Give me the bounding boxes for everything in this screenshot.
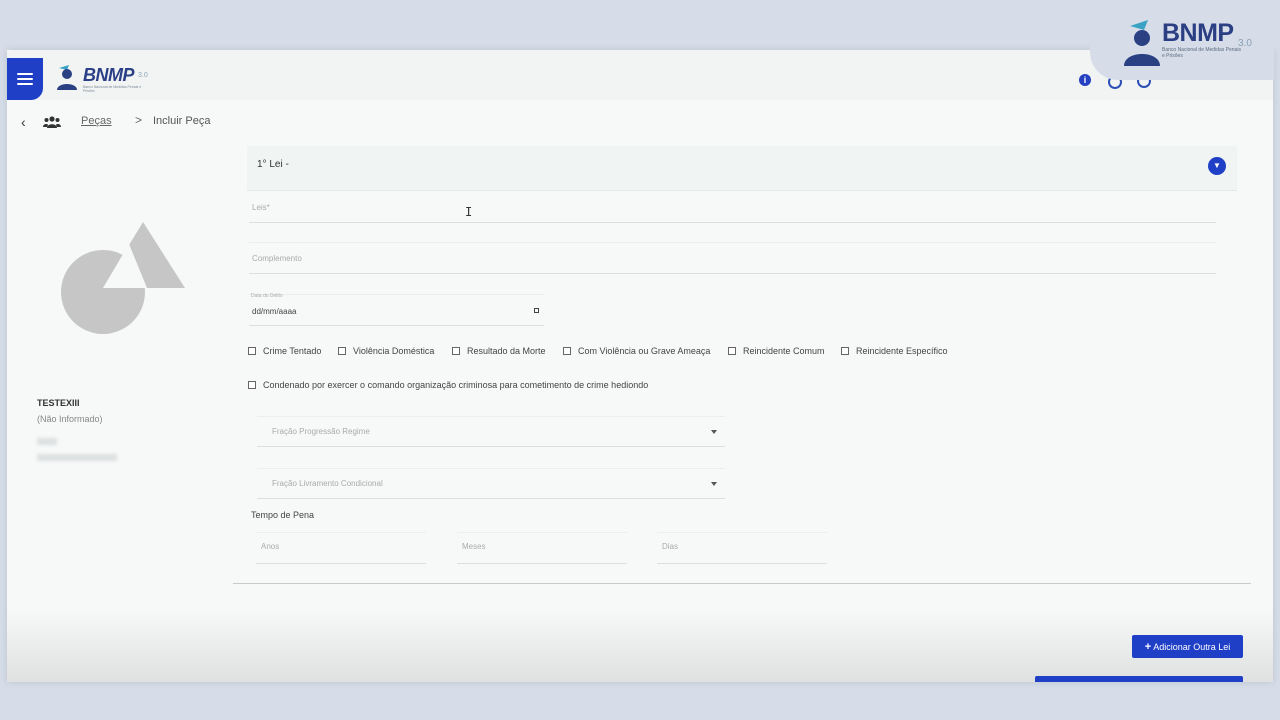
meses-placeholder: Meses <box>462 542 486 551</box>
breadcrumb-separator: > <box>135 113 143 127</box>
calendar-icon[interactable] <box>534 308 539 313</box>
user-logo-icon <box>1124 20 1160 66</box>
plus-icon: + <box>1144 640 1152 653</box>
checkbox-label: Crime Tentado <box>263 346 322 356</box>
checkbox-box[interactable] <box>563 347 571 355</box>
checkbox-label: Reincidente Comum <box>743 346 825 356</box>
data-delito-field[interactable]: Data do Delito dd/mm/aaaa <box>249 293 544 326</box>
blurred-info <box>37 454 117 461</box>
dias-placeholder: Dias <box>662 542 679 551</box>
checkbox-label: Violência Doméstica <box>353 346 435 356</box>
add-lei-button[interactable]: + Adicionar Outra Lei <box>1132 635 1243 658</box>
dias-input[interactable]: Dias <box>657 532 827 564</box>
leis-field[interactable]: Leis* <box>249 192 1216 223</box>
hamburger-icon <box>17 73 33 85</box>
checkbox-condenado[interactable]: Condenado por exercer o comando organiza… <box>248 379 648 391</box>
brand-subtitle: Banco Nacional de Medidas Penais e Prisõ… <box>83 85 142 93</box>
checkbox-violencia-domestica[interactable]: Violência Doméstica <box>338 345 434 357</box>
info-icon[interactable]: i <box>1079 74 1091 86</box>
text-cursor-icon: I <box>465 205 473 219</box>
brand-name-large: BNMP <box>1162 19 1234 47</box>
bnmp-logo-large: BNMP 3.0 Banco Nacional de Medidas Penai… <box>1090 6 1274 80</box>
people-icon <box>43 116 61 128</box>
person-subtitle: (Não Informado) <box>37 414 103 424</box>
checkbox-label: Resultado da Morte <box>467 346 546 356</box>
checkbox-label: Com Violência ou Grave Ameaça <box>578 346 711 356</box>
tempo-pena-label: Tempo de Pena <box>251 510 315 520</box>
save-button[interactable] <box>1035 676 1243 682</box>
lei-section-header[interactable]: 1° Lei - ▼ <box>247 146 1237 191</box>
checkbox-box[interactable] <box>338 347 346 355</box>
checkbox-label: Reincidente Específico <box>856 346 948 356</box>
anos-placeholder: Anos <box>261 542 280 551</box>
breadcrumb-link-pecas[interactable]: Peças <box>81 115 112 127</box>
fracao-livramento-select[interactable]: Fração Livramento Condicional <box>257 468 725 499</box>
fracao-livramento-placeholder: Fração Livramento Condicional <box>272 479 383 488</box>
brand-name: BNMP <box>83 65 135 85</box>
checkbox-box[interactable] <box>452 347 460 355</box>
checkbox-resultado-morte[interactable]: Resultado da Morte <box>452 345 546 357</box>
checkbox-reincidente-especifico[interactable]: Reincidente Específico <box>841 345 948 357</box>
complemento-field[interactable]: Complemento <box>249 242 1216 274</box>
footer-area <box>7 610 1273 682</box>
anos-input[interactable]: Anos <box>256 532 426 564</box>
checkbox-crime-tentado[interactable]: Crime Tentado <box>248 345 321 357</box>
breadcrumb-current: Incluir Peça <box>153 115 211 127</box>
data-delito-value: dd/mm/aaaa <box>252 307 297 316</box>
data-delito-label: Data do Delito <box>251 293 283 299</box>
complemento-label: Complemento <box>252 254 302 263</box>
meses-input[interactable]: Meses <box>457 532 627 564</box>
chevron-down-icon[interactable]: ▼ <box>1208 157 1226 175</box>
app-header: BNMP 3.0 Banco Nacional de Medidas Penai… <box>7 50 1273 100</box>
checkbox-reincidente-comum[interactable]: Reincidente Comum <box>728 345 825 357</box>
checkbox-box[interactable] <box>728 347 736 355</box>
add-lei-label: Adicionar Outra Lei <box>1153 641 1231 652</box>
checkbox-grave-ameaca[interactable]: Com Violência ou Grave Ameaça <box>563 345 710 357</box>
lei-section-title: 1° Lei - <box>257 159 289 170</box>
back-chevron-icon[interactable]: ‹ <box>21 114 26 130</box>
fracao-progressao-placeholder: Fração Progressão Regime <box>272 427 370 436</box>
brand-subtitle-large: Banco Nacional de Medidas Penais e Prisõ… <box>1162 47 1241 59</box>
checkbox-label: Condenado por exercer o comando organiza… <box>263 380 649 390</box>
user-logo-icon <box>57 65 77 90</box>
brand-version: 3.0 <box>138 72 148 79</box>
person-name: TESTEXIII <box>37 398 80 408</box>
checkbox-box[interactable] <box>248 347 256 355</box>
dropdown-caret-icon <box>711 430 717 434</box>
bnmp-logo-small: BNMP 3.0 Banco Nacional de Medidas Penai… <box>55 62 148 96</box>
avatar-placeholder-icon <box>61 222 185 334</box>
blurred-info <box>37 438 57 445</box>
section-divider <box>233 583 1251 584</box>
dropdown-caret-icon <box>711 482 717 486</box>
fracao-progressao-select[interactable]: Fração Progressão Regime <box>257 416 725 447</box>
menu-button[interactable] <box>7 58 43 100</box>
leis-label: Leis* <box>252 203 270 212</box>
checkbox-box[interactable] <box>248 381 256 389</box>
checkbox-box[interactable] <box>841 347 849 355</box>
app-window: BNMP 3.0 Banco Nacional de Medidas Penai… <box>7 50 1273 682</box>
